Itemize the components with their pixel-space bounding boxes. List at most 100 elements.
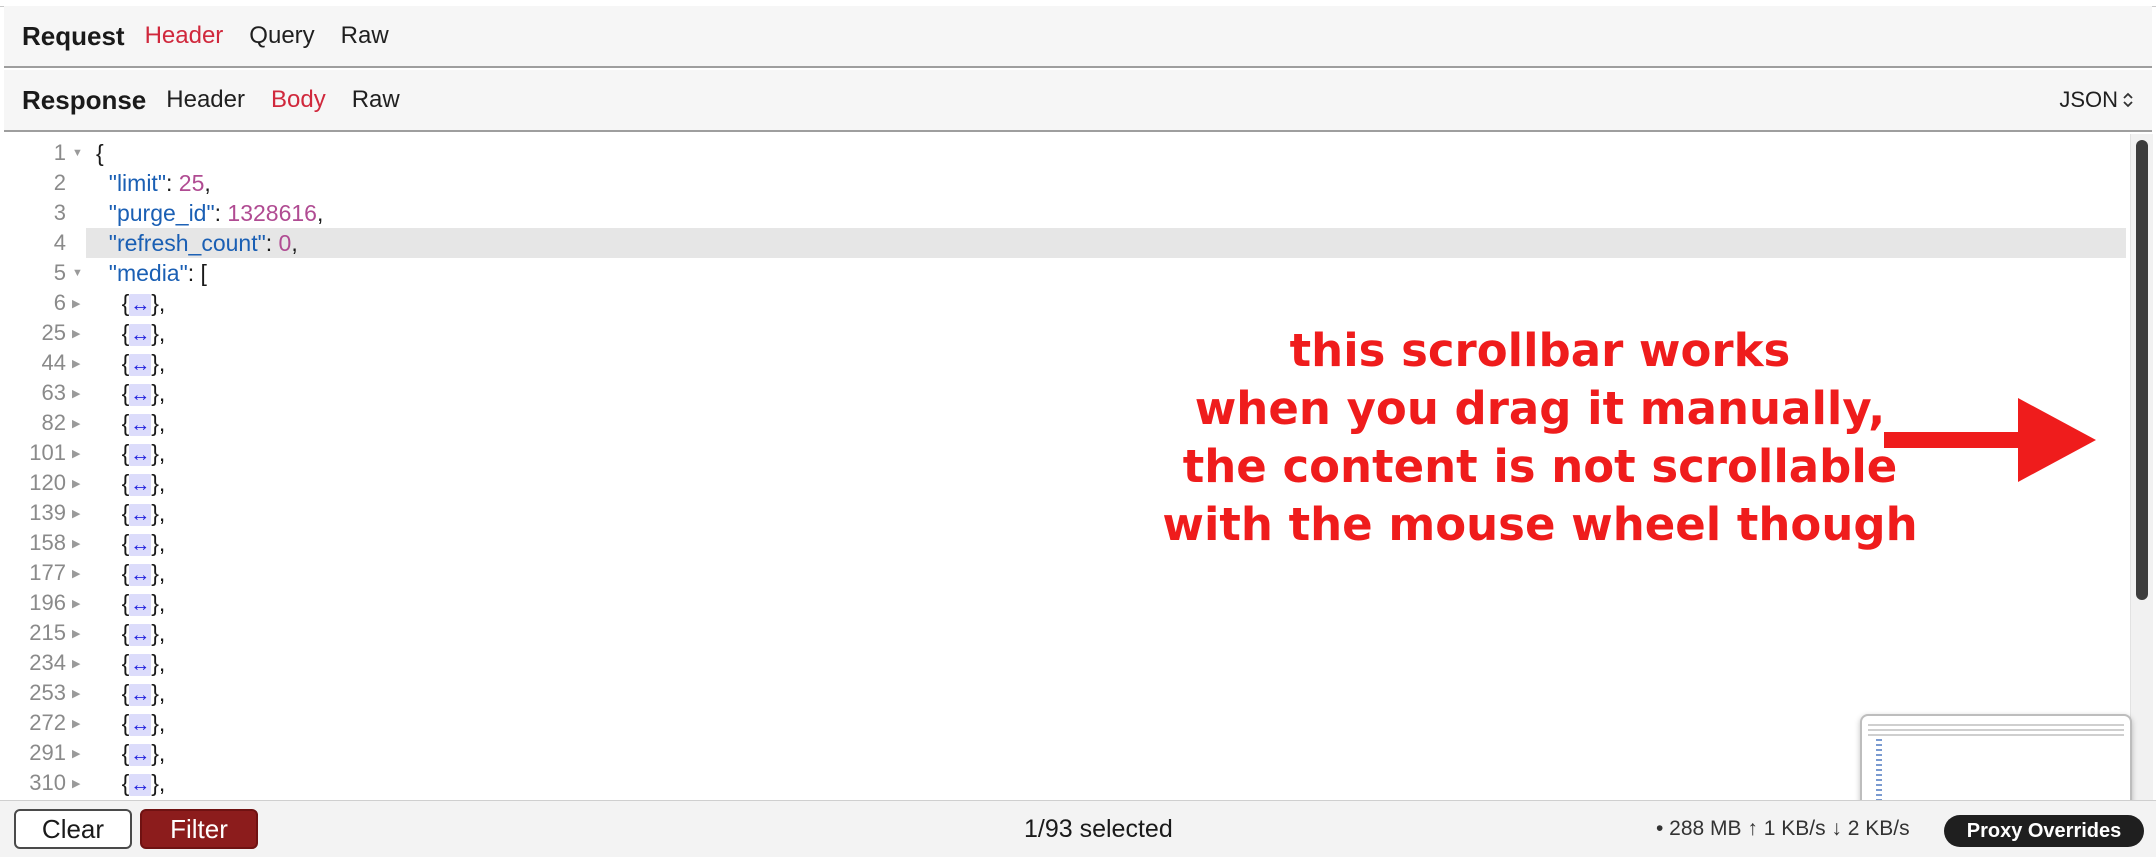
preview-line [1876,794,1882,796]
line-number: 44 [41,350,66,375]
preview-line [1868,734,2124,736]
collapsed-object-marker[interactable]: ↔ [129,653,152,676]
collapsed-object-marker[interactable]: ↔ [129,443,152,466]
collapsed-object-marker[interactable]: ↔ [129,623,152,646]
fold-closed-icon[interactable]: ▶ [72,747,80,760]
code-text: "limit": 25, [108,169,211,196]
collapsed-object-marker[interactable]: ↔ [129,683,152,706]
code-text: {↔}, [121,379,166,406]
collapsed-object-marker[interactable]: ↔ [129,293,152,316]
line-number: 234 [29,650,66,675]
request-title: Request [22,20,125,51]
line-number: 291 [29,740,66,765]
code-line[interactable]: 6 ▶ {↔}, [4,288,2124,318]
fold-open-icon[interactable]: ▼ [72,267,83,279]
tab-response-raw[interactable]: Raw [352,86,400,114]
fold-closed-icon[interactable]: ▶ [72,627,80,640]
code-text: {↔}, [121,469,166,496]
preview-line [1876,769,1882,771]
code-text: {↔}, [121,559,166,586]
code-line[interactable]: 291 ▶ {↔}, [4,738,2124,768]
code-line[interactable]: 4 "refresh_count": 0, [4,228,2124,258]
collapsed-object-marker[interactable]: ↔ [129,593,152,616]
collapsed-object-marker[interactable]: ↔ [129,353,152,376]
collapsed-object-marker[interactable]: ↔ [129,533,152,556]
tab-response-body[interactable]: Body [271,86,326,114]
filter-button[interactable]: Filter [140,809,258,849]
code-text: "refresh_count": 0, [108,229,298,256]
code-text: {↔}, [121,499,166,526]
fold-closed-icon[interactable]: ▶ [72,387,80,400]
red-arrow-icon [1884,398,2096,482]
scrollbar-thumb[interactable] [2136,140,2148,600]
line-number: 101 [29,440,66,465]
collapsed-object-marker[interactable]: ↔ [129,743,152,766]
preview-line [1876,759,1882,761]
code-line[interactable]: 5 ▼ "media": [ [4,258,2124,288]
collapsed-object-marker[interactable]: ↔ [129,323,152,346]
code-text: {↔}, [121,739,166,766]
code-line[interactable]: 253 ▶ {↔}, [4,678,2124,708]
tab-request-header[interactable]: Header [145,22,224,50]
line-number: 120 [29,470,66,495]
line-number: 253 [29,680,66,705]
code-text: {↔}, [121,319,166,346]
collapsed-object-marker[interactable]: ↔ [129,473,152,496]
collapsed-object-marker[interactable]: ↔ [129,713,152,736]
code-line[interactable]: 310 ▶ {↔}, [4,768,2124,798]
line-number: 63 [41,380,66,405]
code-line[interactable]: 215 ▶ {↔}, [4,618,2124,648]
code-line[interactable]: 1 ▼ { [4,138,2124,168]
fold-closed-icon[interactable]: ▶ [72,567,80,580]
footer-bar: Clear Filter 1/93 selected • 288 MB ↑ 1 … [0,800,2156,857]
collapsed-object-marker[interactable]: ↔ [129,413,152,436]
line-number: 139 [29,500,66,525]
code-line[interactable]: 177 ▶ {↔}, [4,558,2124,588]
collapsed-object-marker[interactable]: ↔ [129,383,152,406]
line-number: 5 [53,260,66,285]
clear-button[interactable]: Clear [14,809,132,849]
fold-closed-icon[interactable]: ▶ [72,417,80,430]
tab-request-raw[interactable]: Raw [341,22,389,50]
tab-request-query[interactable]: Query [249,22,314,50]
code-line[interactable]: 196 ▶ {↔}, [4,588,2124,618]
editor-scrollbar[interactable] [2130,134,2153,800]
code-line[interactable]: 272 ▶ {↔}, [4,708,2124,738]
fold-closed-icon[interactable]: ▶ [72,597,80,610]
chevron-up-down-icon [2123,92,2133,108]
fold-closed-icon[interactable]: ▶ [72,357,80,370]
collapsed-object-marker[interactable]: ↔ [129,503,152,526]
code-line[interactable]: 2 "limit": 25, [4,168,2124,198]
annotation-line: the content is not scrollable [1182,440,1898,493]
preview-line [1876,744,1882,746]
code-line[interactable]: 3 "purge_id": 1328616, [4,198,2124,228]
proxy-overrides-badge[interactable]: Proxy Overrides [1944,815,2144,847]
line-number: 177 [29,560,66,585]
fold-closed-icon[interactable]: ▶ [72,537,80,550]
format-label: JSON [2059,87,2118,112]
fold-closed-icon[interactable]: ▶ [72,447,80,460]
fold-closed-icon[interactable]: ▶ [72,657,80,670]
preview-line [1868,724,2124,726]
code-line[interactable]: 234 ▶ {↔}, [4,648,2124,678]
line-number: 82 [41,410,66,435]
format-select[interactable]: JSON [2059,87,2134,113]
line-number: 4 [53,230,66,255]
fold-closed-icon[interactable]: ▶ [72,297,80,310]
fold-closed-icon[interactable]: ▶ [72,717,80,730]
fold-closed-icon[interactable]: ▶ [72,507,80,520]
tab-response-header[interactable]: Header [166,86,245,114]
annotation-line: this scrollbar works [1289,324,1791,377]
code-text: {↔}, [121,769,166,796]
fold-closed-icon[interactable]: ▶ [72,327,80,340]
fold-closed-icon[interactable]: ▶ [72,477,80,490]
fold-closed-icon[interactable]: ▶ [72,777,80,790]
fold-open-icon[interactable]: ▼ [72,147,83,159]
preview-line [1876,754,1882,756]
line-number: 310 [29,770,66,795]
code-text: {↔}, [121,529,166,556]
collapsed-object-marker[interactable]: ↔ [129,773,152,796]
fold-closed-icon[interactable]: ▶ [72,687,80,700]
code-text: {↔}, [121,679,166,706]
collapsed-object-marker[interactable]: ↔ [129,563,152,586]
